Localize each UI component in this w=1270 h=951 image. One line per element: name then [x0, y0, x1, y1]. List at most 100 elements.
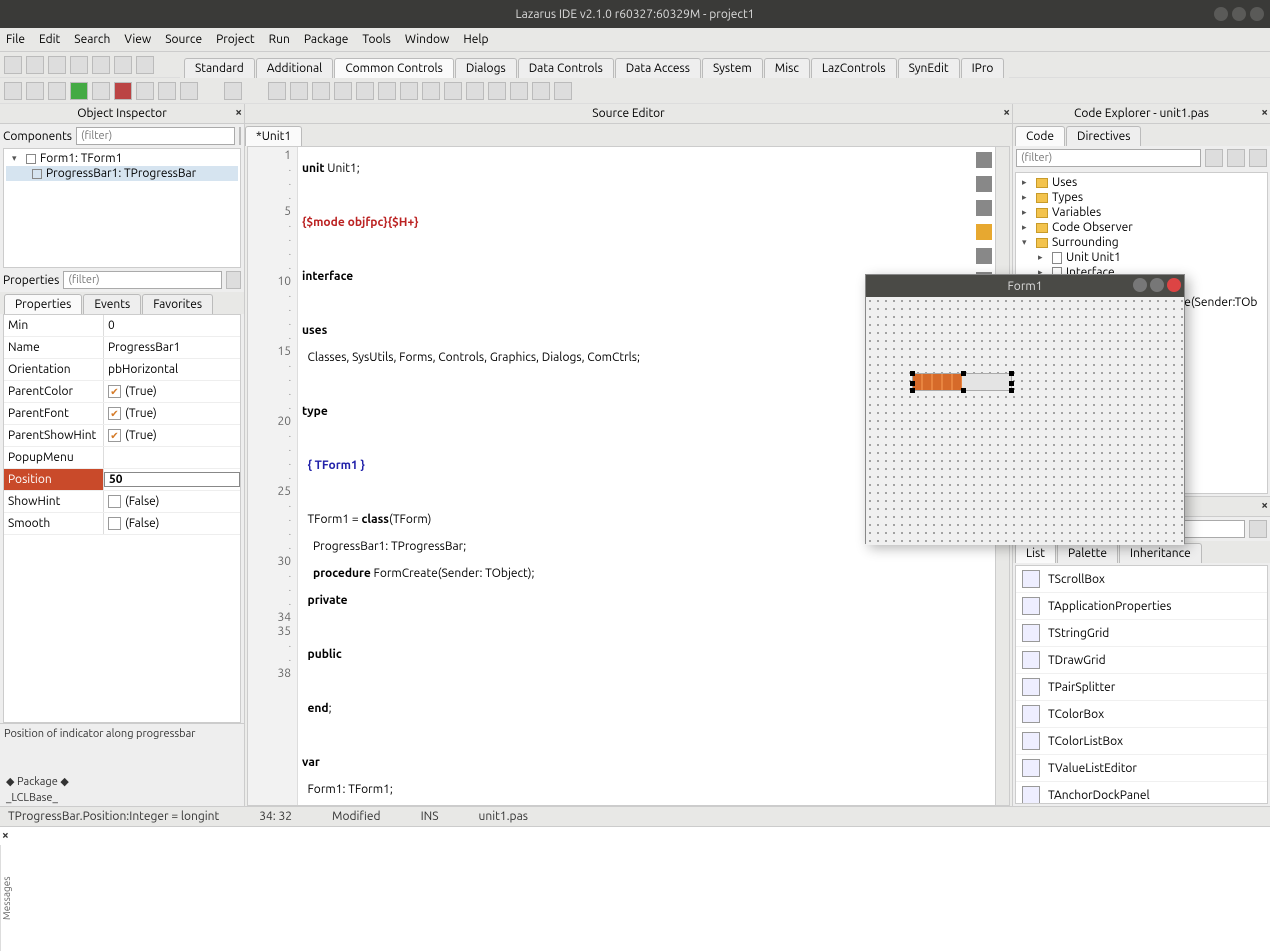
menu-help[interactable]: Help — [463, 33, 488, 46]
pagecontrol-icon[interactable] — [444, 82, 462, 100]
component-item[interactable]: TValueListEditor — [1016, 755, 1267, 782]
find-icon[interactable] — [976, 176, 992, 192]
pause-icon[interactable] — [92, 82, 110, 100]
close-icon[interactable]: × — [1261, 106, 1268, 119]
tab-events[interactable]: Events — [83, 294, 141, 314]
stop-icon[interactable] — [114, 82, 132, 100]
form-designer-titlebar[interactable]: Form1 — [866, 275, 1184, 297]
palette-tab-common-controls[interactable]: Common Controls — [334, 58, 454, 78]
component-item[interactable]: TAnchorDockPanel — [1016, 782, 1267, 804]
close-icon[interactable]: × — [2, 829, 9, 842]
tree-node-progressbar1[interactable]: ProgressBar1: TProgressBar — [6, 166, 238, 181]
resize-handle[interactable] — [1009, 381, 1014, 386]
checkbox-icon[interactable]: ✔ — [108, 429, 121, 442]
headercontrol-icon[interactable] — [488, 82, 506, 100]
minimize-icon[interactable] — [1133, 278, 1147, 292]
menu-tools[interactable]: Tools — [362, 33, 391, 46]
listview-icon[interactable] — [334, 82, 352, 100]
progressbar-component[interactable] — [912, 373, 1012, 391]
form-icon[interactable] — [114, 56, 132, 74]
resize-handle[interactable] — [961, 388, 966, 393]
palette-tab-lazcontrols[interactable]: LazControls — [811, 58, 897, 78]
explorer-node[interactable]: ▸Uses — [1018, 175, 1265, 190]
close-icon[interactable]: × — [235, 106, 242, 119]
menu-source[interactable]: Source — [165, 33, 202, 46]
tab-directives[interactable]: Directives — [1066, 126, 1141, 146]
component-item[interactable]: TApplicationProperties — [1016, 593, 1267, 620]
palette-tab-data-controls[interactable]: Data Controls — [518, 58, 614, 78]
folder-icon[interactable] — [48, 56, 66, 74]
explorer-node[interactable]: ▸Variables — [1018, 205, 1265, 220]
resize-handle[interactable] — [910, 381, 915, 386]
resize-handle[interactable] — [1009, 388, 1014, 393]
palette-tab-synedit[interactable]: SynEdit — [898, 58, 960, 78]
tabcontrol-icon[interactable] — [466, 82, 484, 100]
form-designer-window[interactable]: Form1 — [865, 274, 1185, 544]
close-icon[interactable] — [1167, 278, 1181, 292]
component-item[interactable]: TColorListBox — [1016, 728, 1267, 755]
property-grid[interactable]: Min0 NameProgressBar1 OrientationpbHoriz… — [3, 314, 241, 723]
menu-run[interactable]: Run — [269, 33, 290, 46]
filter-icon[interactable] — [1249, 520, 1267, 538]
tab-palette[interactable]: Palette — [1057, 543, 1118, 563]
checkbox-icon[interactable]: ✔ — [108, 407, 121, 420]
step-out-icon[interactable] — [180, 82, 198, 100]
new-file-icon[interactable] — [4, 56, 22, 74]
menu-file[interactable]: File — [6, 33, 25, 46]
search-icon[interactable] — [976, 152, 992, 168]
lightning-icon[interactable] — [976, 224, 992, 240]
explorer-node[interactable]: ▸Types — [1018, 190, 1265, 205]
editor-tab-unit1[interactable]: *Unit1 — [245, 126, 302, 146]
menu-window[interactable]: Window — [405, 33, 449, 46]
datetimepicker-icon[interactable] — [554, 82, 572, 100]
component-item[interactable]: TColorBox — [1016, 701, 1267, 728]
component-item[interactable]: TScrollBox — [1016, 566, 1267, 593]
palette-tab-additional[interactable]: Additional — [256, 58, 334, 78]
palette-tab-ipro[interactable]: IPro — [961, 58, 1005, 78]
new-unit-icon[interactable] — [4, 82, 22, 100]
resize-handle[interactable] — [910, 371, 915, 376]
explorer-filter-input[interactable] — [1016, 149, 1201, 167]
coolbar-icon[interactable] — [400, 82, 418, 100]
open-file-icon[interactable] — [26, 56, 44, 74]
palette-tab-dialogs[interactable]: Dialogs — [455, 58, 517, 78]
save-icon[interactable] — [70, 56, 88, 74]
treeview-icon[interactable] — [312, 82, 330, 100]
close-icon[interactable] — [1250, 7, 1264, 21]
menu-view[interactable]: View — [124, 33, 151, 46]
component-tree[interactable]: ▾ Form1: TForm1 ProgressBar1: TProgressB… — [3, 148, 241, 268]
maximize-icon[interactable] — [1150, 278, 1164, 292]
tab-code[interactable]: Code — [1015, 126, 1065, 146]
updown-icon[interactable] — [422, 82, 440, 100]
step-into-icon[interactable] — [158, 82, 176, 100]
tab-inheritance[interactable]: Inheritance — [1119, 543, 1202, 563]
tree-node-form1[interactable]: ▾ Form1: TForm1 — [6, 151, 238, 166]
resize-handle[interactable] — [910, 388, 915, 393]
menu-edit[interactable]: Edit — [39, 33, 60, 46]
popupnotifier-icon[interactable] — [532, 82, 550, 100]
components-filter-input[interactable] — [76, 127, 235, 145]
explorer-node[interactable]: ▸Unit Unit1 — [1018, 250, 1265, 265]
clear-icon[interactable] — [1249, 149, 1267, 167]
step-over-icon[interactable] — [136, 82, 154, 100]
options-icon[interactable] — [1227, 149, 1245, 167]
minimize-icon[interactable] — [1214, 7, 1228, 21]
properties-filter-input[interactable] — [63, 271, 222, 289]
run-icon[interactable] — [70, 82, 88, 100]
gear-icon[interactable] — [48, 82, 66, 100]
components-list[interactable]: TScrollBoxTApplicationPropertiesTStringG… — [1015, 565, 1268, 804]
position-value-input[interactable]: 50 — [104, 472, 240, 487]
resize-handle[interactable] — [1009, 371, 1014, 376]
palette-tab-misc[interactable]: Misc — [764, 58, 810, 78]
explorer-node[interactable]: ▾Surrounding — [1018, 235, 1265, 250]
new-form-icon[interactable] — [26, 82, 44, 100]
filter-icon[interactable] — [239, 127, 241, 145]
tab-properties[interactable]: Properties — [4, 294, 82, 314]
checkbox-icon[interactable]: ✔ — [108, 385, 121, 398]
palette-tab-standard[interactable]: Standard — [184, 58, 255, 78]
trackbar-icon[interactable] — [268, 82, 286, 100]
toolbar-icon[interactable] — [378, 82, 396, 100]
menu-package[interactable]: Package — [304, 33, 349, 46]
resize-handle[interactable] — [961, 371, 966, 376]
component-item[interactable]: TStringGrid — [1016, 620, 1267, 647]
